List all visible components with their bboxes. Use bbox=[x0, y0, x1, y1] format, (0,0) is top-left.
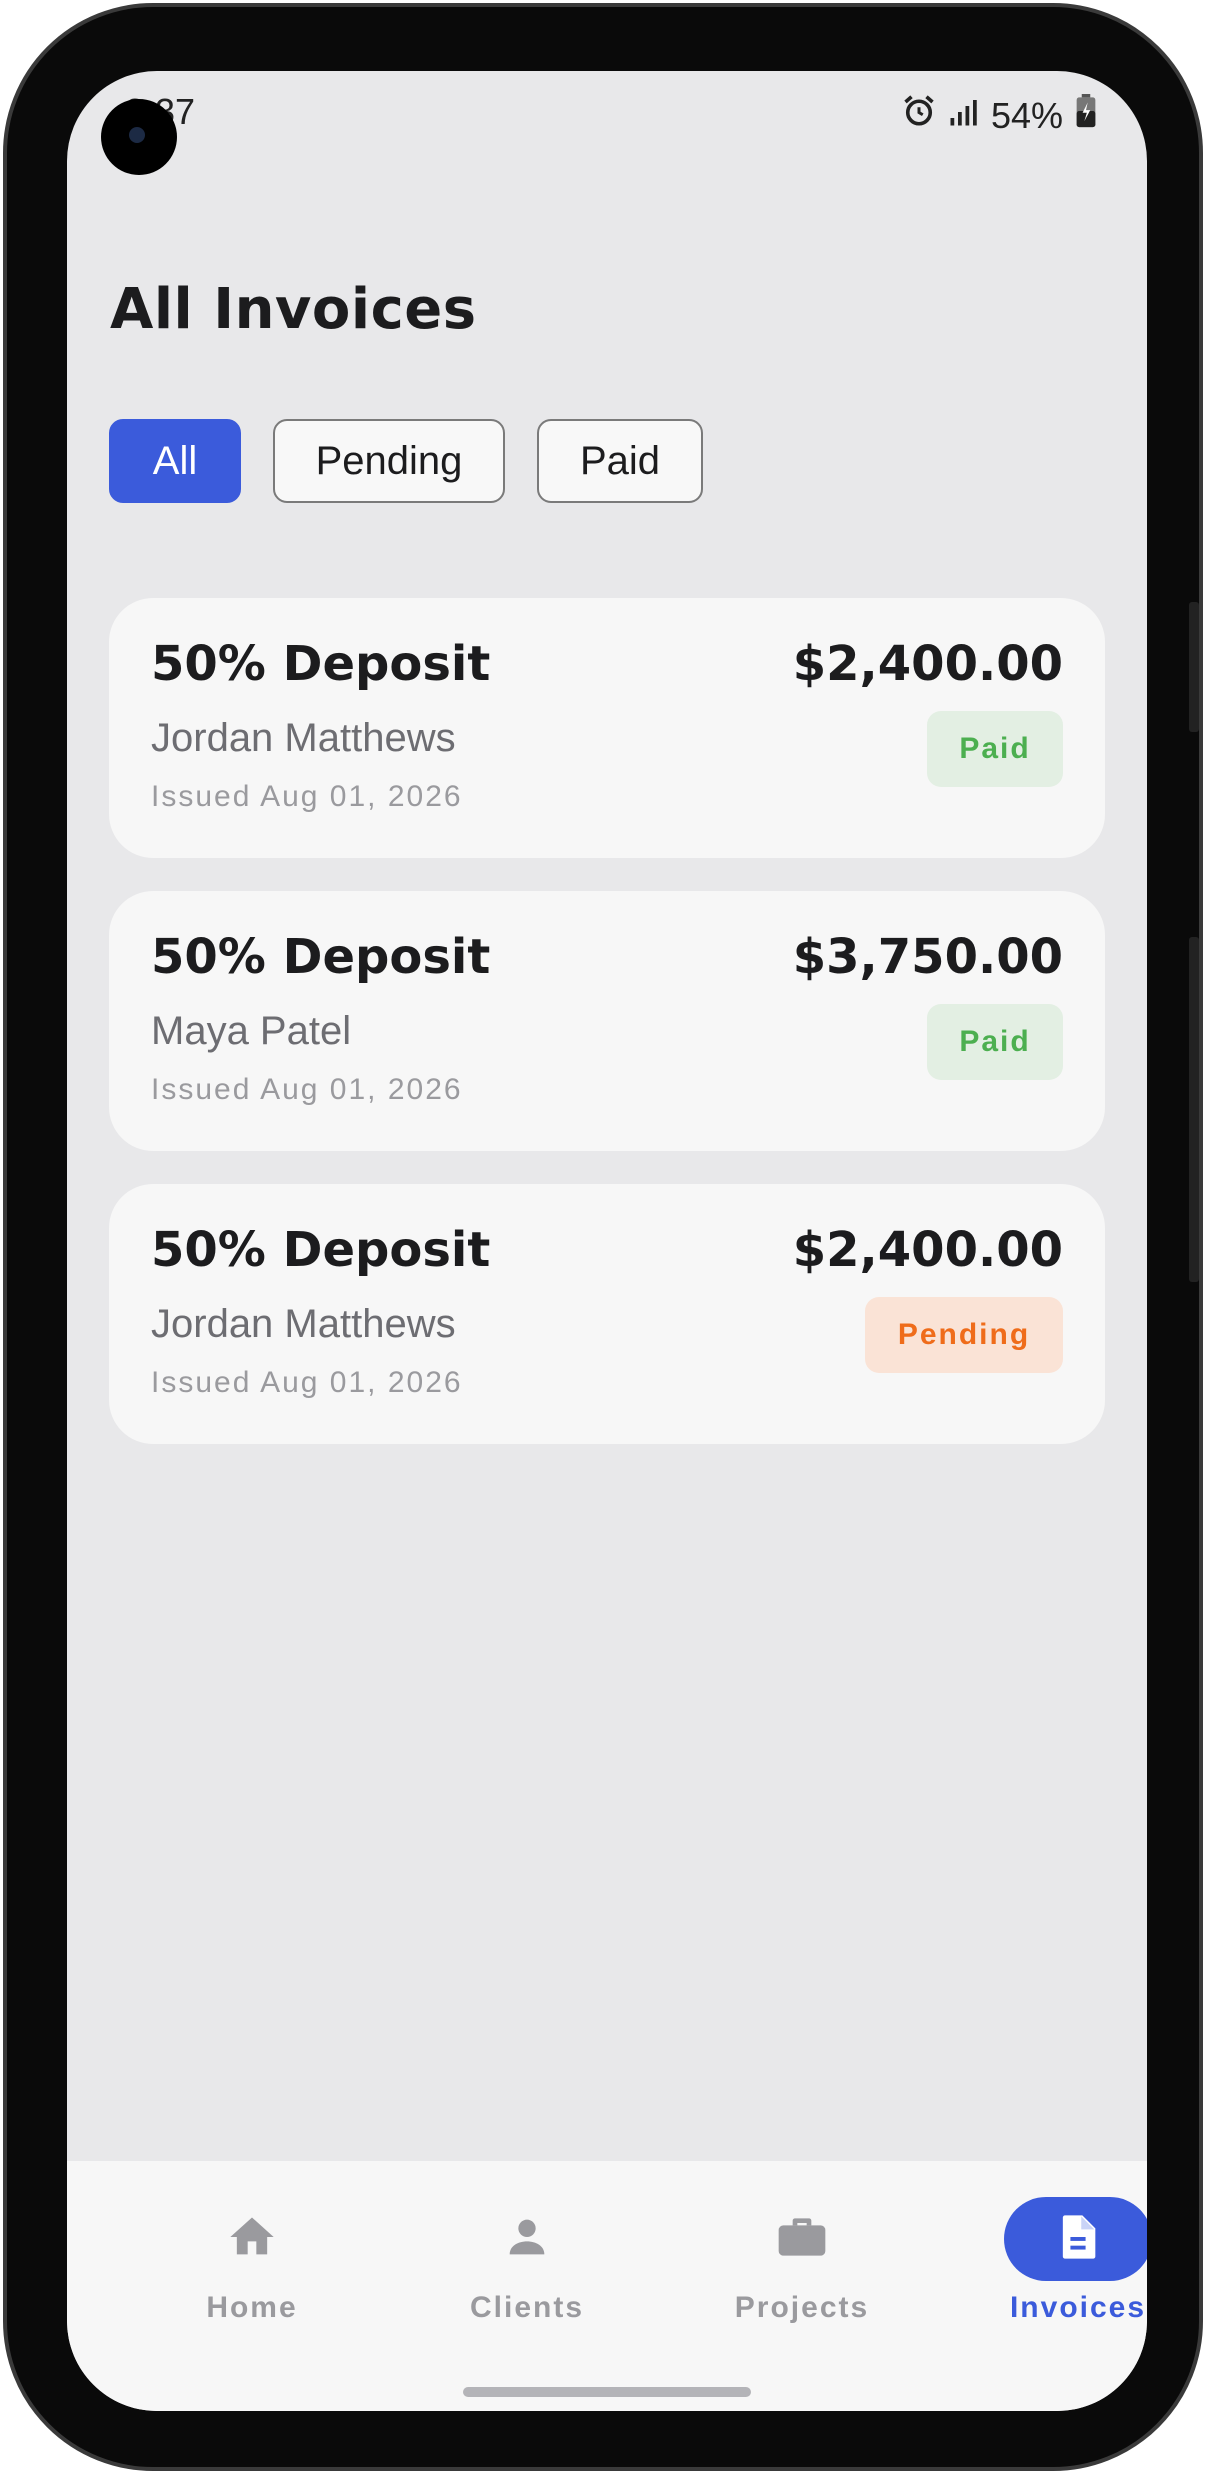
page-title: All Invoices bbox=[110, 277, 477, 342]
invoice-issued-date: Issued Aug 01, 2026 bbox=[151, 780, 463, 813]
phone-frame: 3:37 54 bbox=[3, 3, 1203, 2471]
briefcase-icon bbox=[774, 2209, 830, 2270]
document-icon bbox=[1052, 2209, 1104, 2270]
status-icons: 54% bbox=[901, 93, 1097, 138]
invoice-card[interactable]: 50% Deposit Maya Patel Issued Aug 01, 20… bbox=[109, 891, 1105, 1151]
invoice-issued-date: Issued Aug 01, 2026 bbox=[151, 1366, 463, 1399]
front-camera bbox=[101, 99, 177, 175]
status-badge: Paid bbox=[927, 711, 1063, 787]
nav-label-projects: Projects bbox=[734, 2291, 870, 2324]
nav-item-invoices[interactable]: Invoices bbox=[978, 2197, 1147, 2325]
signal-icon bbox=[949, 95, 979, 137]
nav-label-home: Home bbox=[206, 2291, 298, 2324]
alarm-icon bbox=[901, 93, 937, 138]
status-badge: Pending bbox=[865, 1297, 1063, 1373]
home-indicator[interactable] bbox=[463, 2387, 751, 2397]
filter-chip-pending[interactable]: Pending bbox=[273, 419, 505, 503]
invoice-issued-date: Issued Aug 01, 2026 bbox=[151, 1073, 463, 1106]
battery-icon bbox=[1075, 94, 1097, 137]
invoice-title: 50% Deposit bbox=[151, 929, 491, 985]
filter-chips: All Pending Paid bbox=[109, 419, 703, 503]
status-bar: 3:37 54 bbox=[67, 71, 1147, 181]
nav-icon-container bbox=[728, 2197, 876, 2281]
invoice-card[interactable]: 50% Deposit Jordan Matthews Issued Aug 0… bbox=[109, 1184, 1105, 1444]
person-icon bbox=[501, 2211, 553, 2268]
nav-item-clients[interactable]: Clients bbox=[427, 2197, 627, 2325]
power-button bbox=[1189, 602, 1199, 732]
invoice-client: Jordan Matthews bbox=[151, 716, 456, 760]
invoice-client: Maya Patel bbox=[151, 1009, 352, 1053]
invoice-title: 50% Deposit bbox=[151, 636, 491, 692]
nav-icon-container bbox=[453, 2197, 601, 2281]
nav-label-invoices: Invoices bbox=[1009, 2291, 1147, 2324]
invoice-card[interactable]: 50% Deposit Jordan Matthews Issued Aug 0… bbox=[109, 598, 1105, 858]
filter-chip-all[interactable]: All bbox=[109, 419, 241, 503]
battery-percent: 54% bbox=[990, 94, 1063, 136]
volume-button bbox=[1189, 937, 1199, 1282]
bottom-navigation: Home Clients Projects Invoices bbox=[67, 2161, 1147, 2411]
filter-chip-paid[interactable]: Paid bbox=[537, 419, 703, 503]
home-icon bbox=[226, 2211, 278, 2268]
nav-label-clients: Clients bbox=[469, 2291, 585, 2324]
nav-item-projects[interactable]: Projects bbox=[702, 2197, 902, 2325]
invoice-amount: $2,400.00 bbox=[792, 636, 1063, 692]
invoice-title: 50% Deposit bbox=[151, 1222, 491, 1278]
invoice-client: Jordan Matthews bbox=[151, 1302, 456, 1346]
invoice-amount: $2,400.00 bbox=[792, 1222, 1063, 1278]
nav-icon-container bbox=[1004, 2197, 1147, 2281]
status-badge: Paid bbox=[927, 1004, 1063, 1080]
nav-icon-container bbox=[178, 2197, 326, 2281]
nav-item-home[interactable]: Home bbox=[152, 2197, 352, 2325]
app-screen: 3:37 54 bbox=[67, 71, 1147, 2411]
invoice-amount: $3,750.00 bbox=[792, 929, 1063, 985]
invoice-list: 50% Deposit Jordan Matthews Issued Aug 0… bbox=[109, 598, 1105, 1477]
